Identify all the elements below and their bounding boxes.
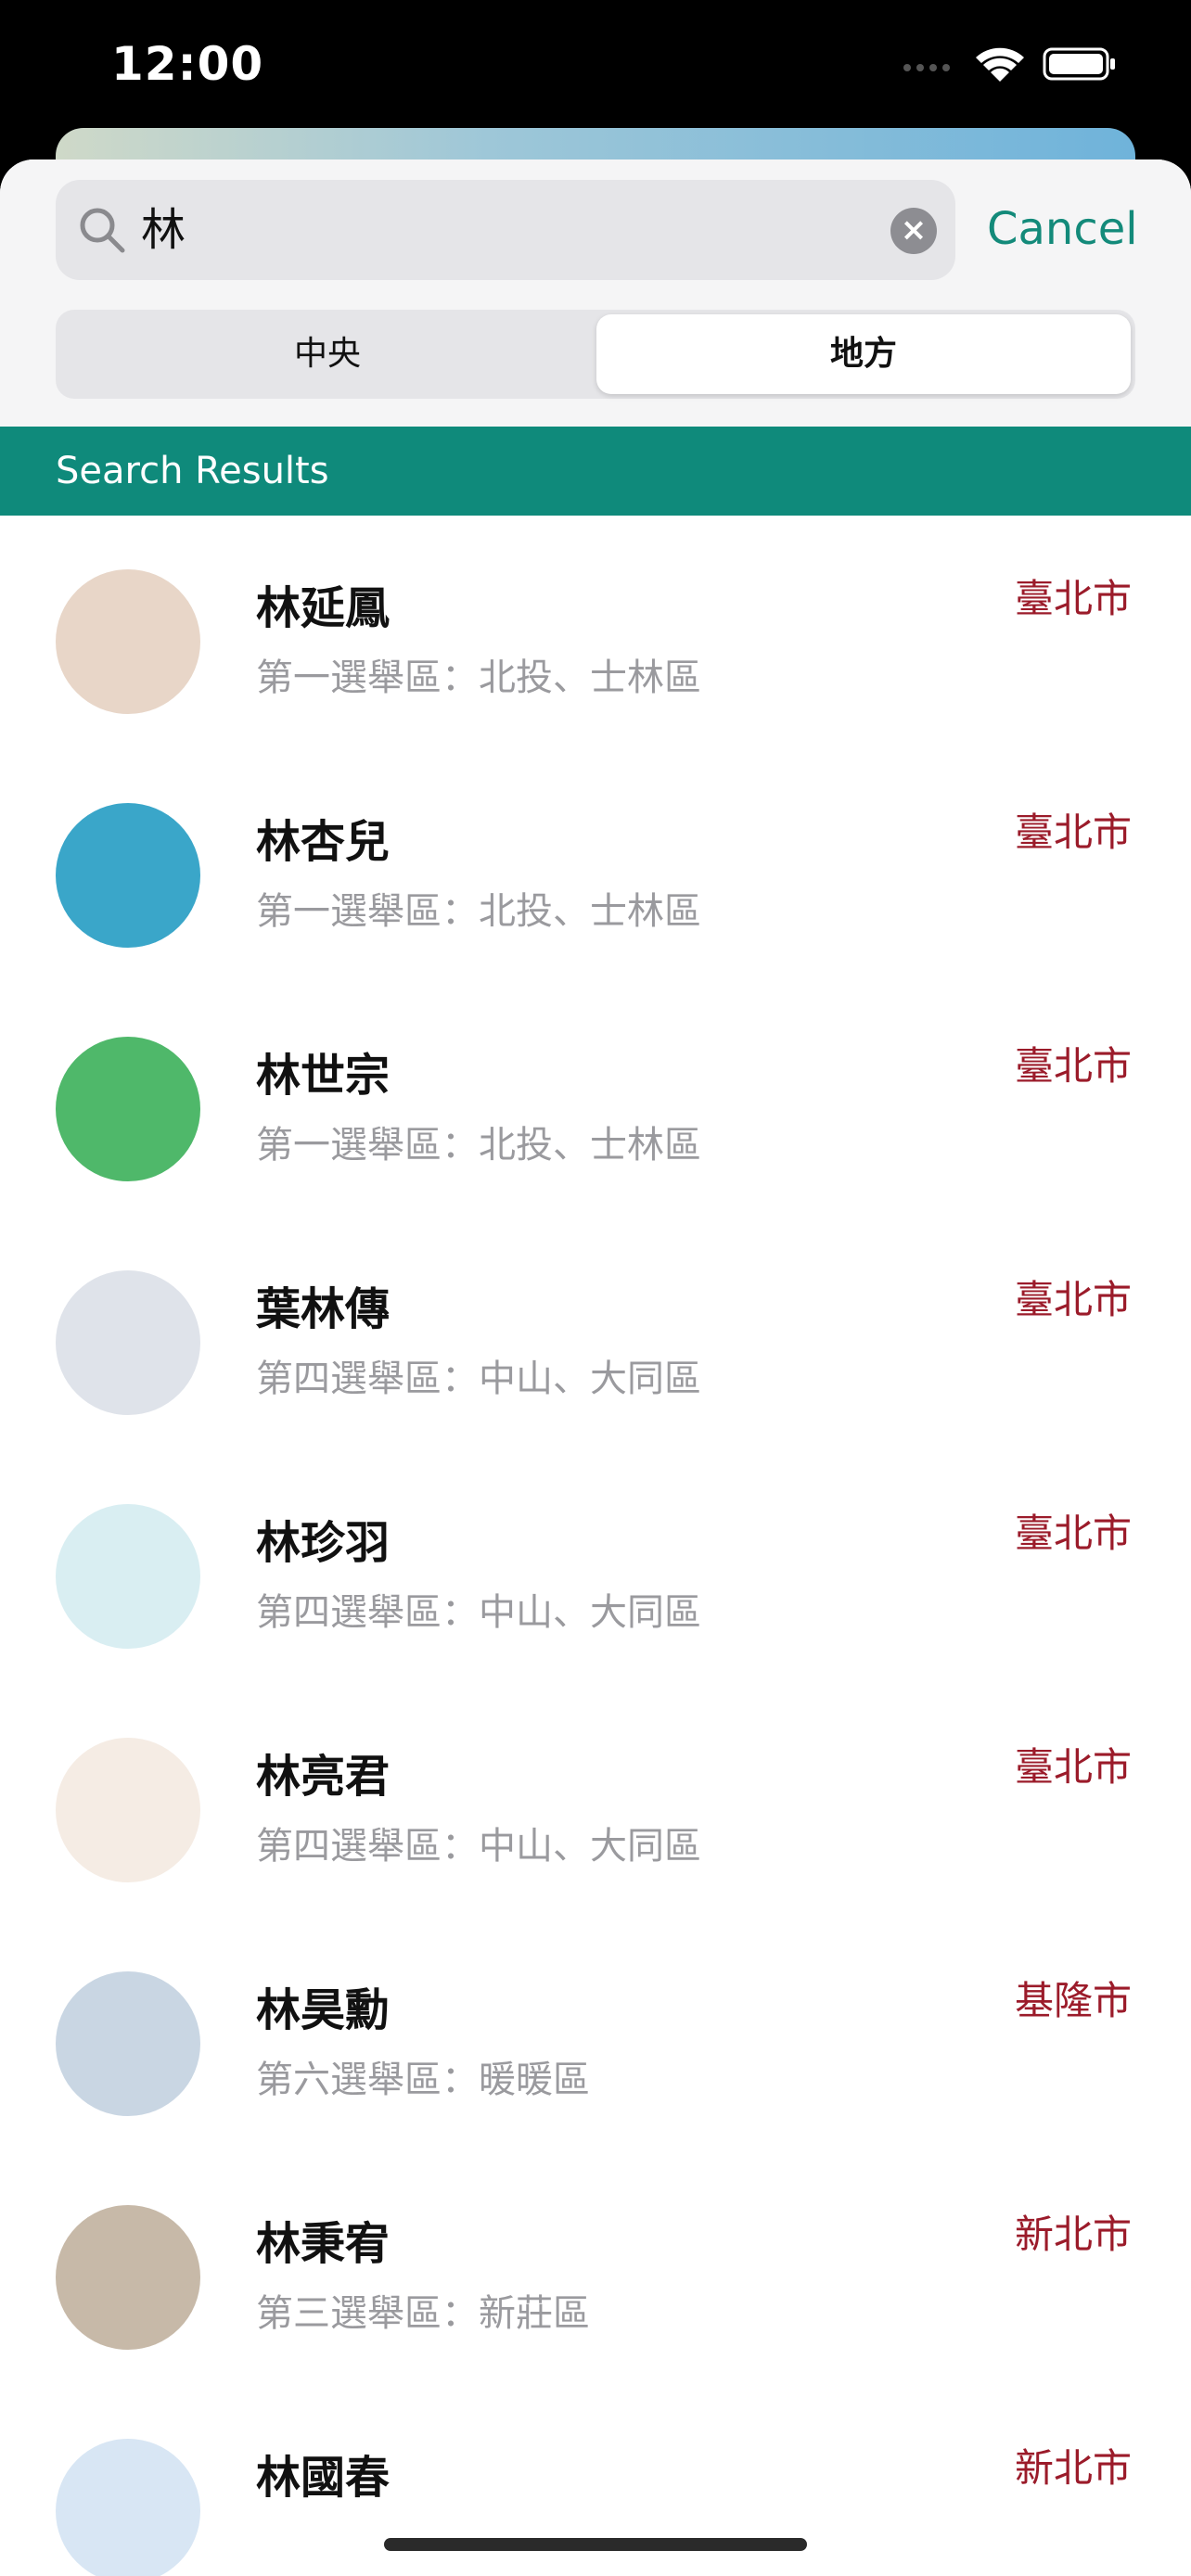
city-label: 臺北市: [1014, 576, 1132, 621]
cancel-button[interactable]: Cancel: [987, 197, 1138, 261]
clear-search-button[interactable]: ×: [890, 208, 937, 254]
search-results-header: Search Results: [0, 427, 1191, 516]
legislator-name: 林秉宥: [256, 2218, 391, 2270]
status-bar: 12:00: [0, 0, 1191, 139]
city-label: 臺北市: [1014, 1511, 1132, 1556]
segment-local[interactable]: 地方: [596, 314, 1131, 394]
avatar: [56, 1270, 200, 1415]
search-controls: 林 × Cancel 中央 地方: [0, 159, 1191, 427]
avatar: [56, 1504, 200, 1649]
legislator-name: 林昊勳: [256, 1984, 391, 2036]
list-item[interactable]: 林昊勳 第六選舉區：暖暖區 基隆市: [0, 1918, 1191, 2151]
list-item[interactable]: 林延鳳 第一選舉區：北投、士林區 臺北市: [0, 516, 1191, 749]
signal-icon: [903, 64, 950, 71]
city-label: 臺北市: [1014, 1277, 1132, 1322]
city-label: 臺北市: [1014, 1043, 1132, 1089]
district-label: 第一選舉區：北投、士林區: [256, 657, 701, 699]
segment-central[interactable]: 中央: [60, 314, 595, 394]
status-time: 12:00: [111, 37, 264, 91]
list-item[interactable]: 林世宗 第一選舉區：北投、士林區 臺北市: [0, 983, 1191, 1217]
city-label: 新北市: [1014, 2212, 1132, 2257]
search-sheet: 林 × Cancel 中央 地方 Search Results 林延鳳 第一選舉…: [0, 159, 1191, 2576]
search-field[interactable]: 林 ×: [56, 180, 955, 280]
search-icon: [80, 208, 125, 253]
legislator-name: 林杏兒: [256, 816, 391, 868]
close-icon: ×: [900, 211, 928, 249]
avatar: [56, 1971, 200, 2116]
list-item[interactable]: 林秉宥 第三選舉區：新莊區 新北市: [0, 2151, 1191, 2385]
avatar: [56, 569, 200, 714]
city-label: 臺北市: [1014, 810, 1132, 855]
legislator-name: 葉林傳: [256, 1283, 391, 1335]
avatar: [56, 2439, 200, 2576]
avatar: [56, 803, 200, 948]
district-label: 第四選舉區：中山、大同區: [256, 1591, 701, 1634]
district-label: 第三選舉區：新莊區: [256, 2292, 590, 2335]
district-label: 第六選舉區：暖暖區: [256, 2059, 590, 2101]
district-label: 第一選舉區：北投、士林區: [256, 890, 701, 933]
avatar: [56, 2205, 200, 2350]
city-label: 臺北市: [1014, 1744, 1132, 1790]
list-item[interactable]: 林珍羽 第四選舉區：中山、大同區 臺北市: [0, 1450, 1191, 1684]
list-item[interactable]: 林杏兒 第一選舉區：北投、士林區 臺北市: [0, 749, 1191, 983]
city-label: 基隆市: [1014, 1978, 1132, 2023]
avatar: [56, 1738, 200, 1882]
search-input[interactable]: 林: [141, 202, 186, 258]
segmented-control: 中央 地方: [56, 310, 1135, 399]
avatar: [56, 1037, 200, 1181]
city-label: 新北市: [1014, 2445, 1132, 2491]
home-indicator[interactable]: [384, 2538, 807, 2551]
legislator-name: 林延鳳: [256, 582, 391, 634]
list-item[interactable]: 林亮君 第四選舉區：中山、大同區 臺北市: [0, 1684, 1191, 1918]
district-label: 第四選舉區：中山、大同區: [256, 1825, 701, 1868]
wifi-icon: [976, 47, 1024, 82]
district-label: 第一選舉區：北投、士林區: [256, 1124, 701, 1167]
status-icons: [902, 45, 1117, 83]
battery-icon: [1043, 47, 1115, 81]
legislator-name: 林世宗: [256, 1050, 391, 1102]
district-label: 第四選舉區：中山、大同區: [256, 1358, 701, 1400]
legislator-name: 林珍羽: [256, 1517, 391, 1569]
legislator-name: 林亮君: [256, 1751, 391, 1803]
list-item[interactable]: 葉林傳 第四選舉區：中山、大同區 臺北市: [0, 1217, 1191, 1450]
legislator-name: 林國春: [256, 2452, 391, 2504]
result-list: 林延鳳 第一選舉區：北投、士林區 臺北市 林杏兒 第一選舉區：北投、士林區 臺北…: [0, 516, 1191, 2576]
